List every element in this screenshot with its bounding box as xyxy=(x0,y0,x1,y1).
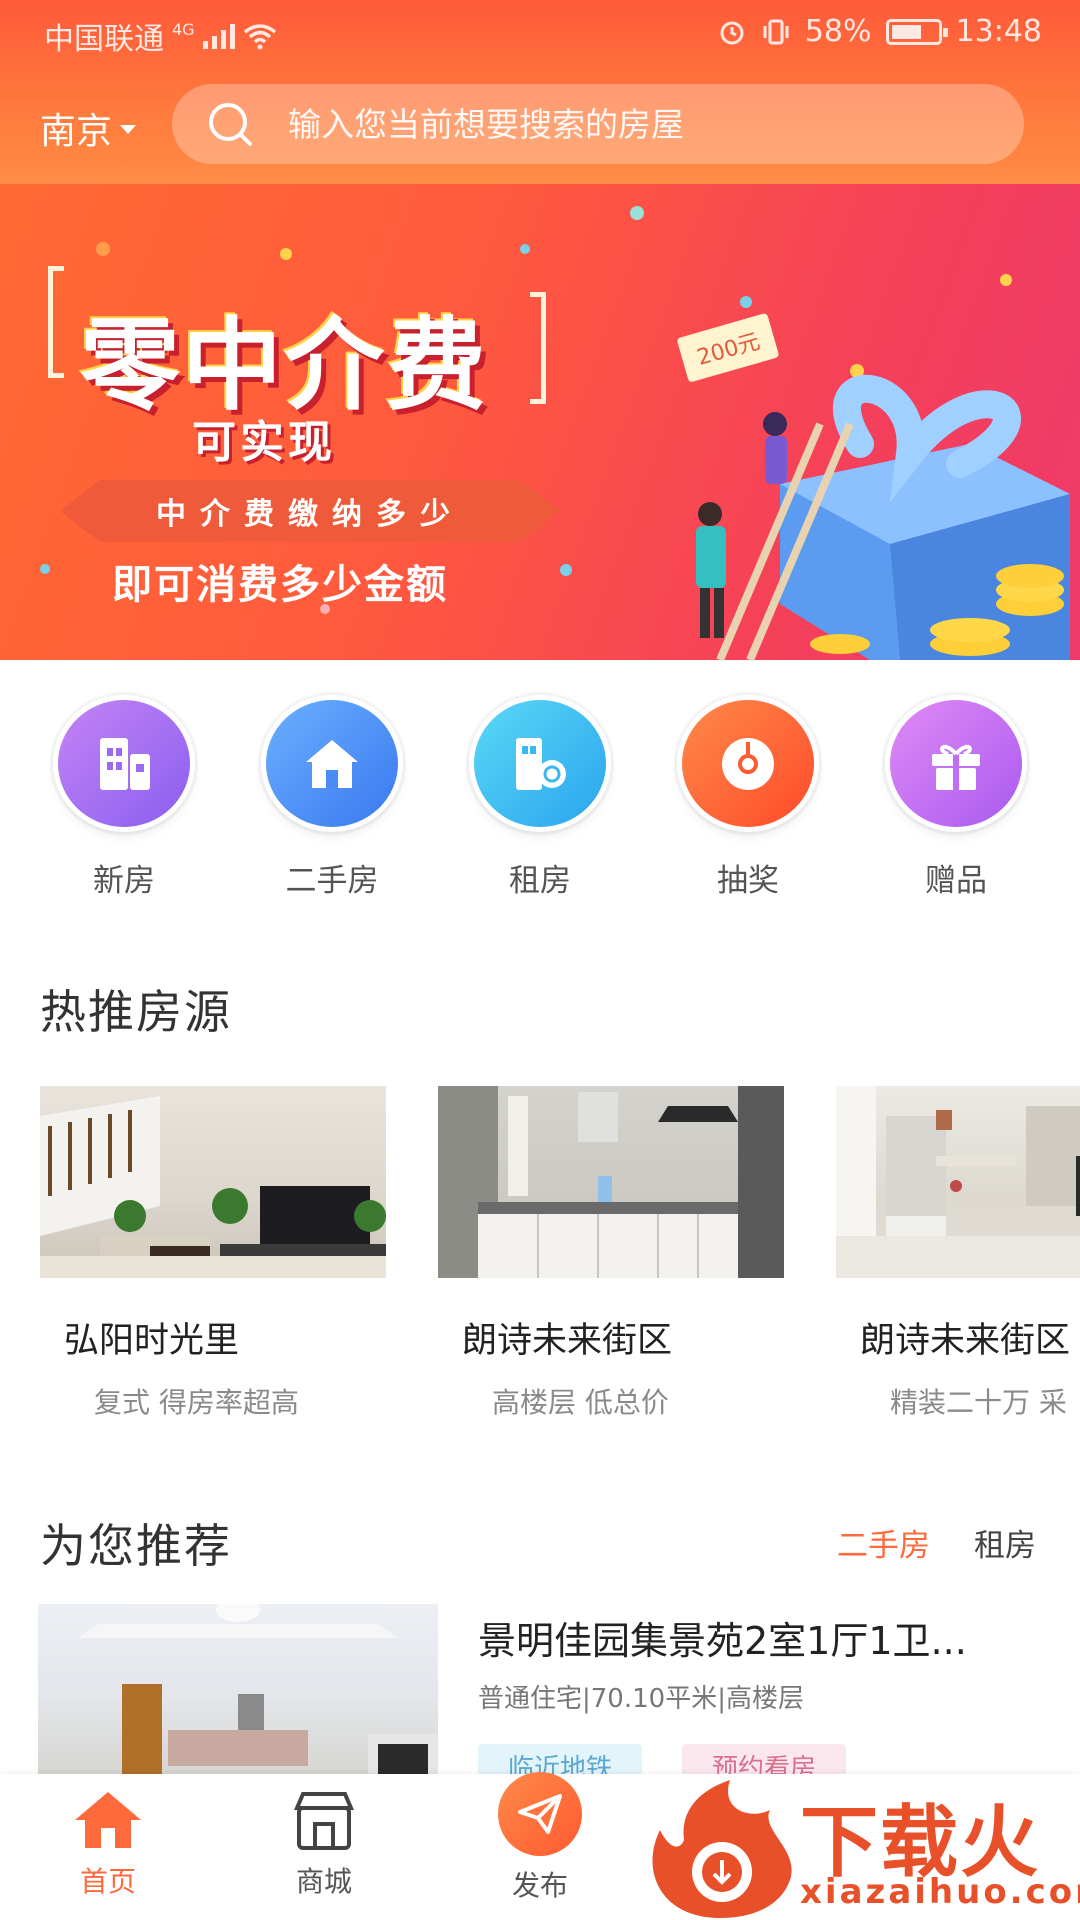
category-gift[interactable]: 赠品 xyxy=(866,700,1046,900)
hot-card[interactable]: 朗诗未来街区 精装二十万 采 xyxy=(836,1086,1080,1426)
search-bar[interactable] xyxy=(172,84,1024,164)
carrier-name: 中国联通 xyxy=(44,22,164,57)
listing-tags: 复式 得房率超高 xyxy=(94,1386,299,1419)
nav-home[interactable]: 首页 xyxy=(38,1788,178,1900)
hot-section-title: 热推房源 xyxy=(40,985,232,1039)
hot-listings: 弘阳时光里 复式 得房率超高 朗诗未来街区 高楼层 低总价 朗诗未来街区 精装二… xyxy=(40,1086,1080,1426)
alarm-icon xyxy=(720,21,744,44)
nav-label: 首页 xyxy=(79,1865,136,1898)
building-icon xyxy=(58,700,190,827)
search-input[interactable] xyxy=(288,104,988,144)
city-name: 南京 xyxy=(40,111,113,152)
network-type: 4G xyxy=(172,19,195,39)
category-label: 新房 xyxy=(93,863,155,899)
category-new-house[interactable]: 新房 xyxy=(34,700,214,900)
shop-icon xyxy=(293,1792,355,1850)
send-icon xyxy=(498,1772,582,1856)
watermark-url: xiazaihuo.com xyxy=(800,1872,1080,1912)
home-icon xyxy=(75,1792,141,1848)
watermark: 下载火 xiazaihuo.com xyxy=(640,1780,1080,1920)
nav-label: 商城 xyxy=(295,1865,352,1898)
category-second-hand[interactable]: 二手房 xyxy=(242,700,422,900)
category-label: 抽奖 xyxy=(717,863,779,899)
nav-publish[interactable]: 发布 xyxy=(470,1772,610,1904)
status-bar: 中国联通 4G 58% 13:48 xyxy=(0,0,1080,66)
tab-rent[interactable]: 租房 xyxy=(974,1520,1036,1565)
search-icon xyxy=(190,84,270,164)
house-icon xyxy=(266,700,398,827)
flame-logo-icon xyxy=(652,1780,792,1918)
listing-photo xyxy=(438,1086,784,1278)
category-label: 租房 xyxy=(509,863,571,899)
signal-icon xyxy=(202,23,235,49)
category-rent[interactable]: 租房 xyxy=(450,700,630,900)
listing-name: 弘阳时光里 xyxy=(64,1321,240,1361)
category-label: 赠品 xyxy=(925,863,987,899)
city-selector[interactable]: 南京 xyxy=(40,102,137,154)
gift-box-illustration: 200元 xyxy=(677,313,1070,660)
recommend-tabs: 二手房 租房 xyxy=(837,1520,1036,1565)
battery-percent: 58% xyxy=(804,14,872,49)
recommend-item-title: 景明佳园集景苑2室1厅1卫... xyxy=(478,1619,967,1663)
clock: 13:48 xyxy=(955,14,1042,49)
wheel-icon xyxy=(682,700,814,827)
listing-tags: 精装二十万 采 xyxy=(890,1386,1067,1419)
listing-tags: 高楼层 低总价 xyxy=(492,1386,669,1419)
nav-label: 发布 xyxy=(511,1869,568,1902)
banner-bracket-right xyxy=(530,292,546,404)
tab-second-hand[interactable]: 二手房 xyxy=(837,1520,930,1565)
wifi-icon xyxy=(243,24,276,50)
category-menu: 新房 二手房 租房 抽奖 赠品 xyxy=(0,700,1080,900)
banner-tagline: 即可消费多少金额 xyxy=(112,562,448,608)
app-header: 中国联通 4G 58% 13:48 南京 xyxy=(0,0,1080,184)
battery-icon xyxy=(885,18,948,45)
category-label: 二手房 xyxy=(285,863,379,899)
hot-card[interactable]: 弘阳时光里 复式 得房率超高 xyxy=(40,1086,386,1426)
listing-name: 朗诗未来街区 xyxy=(860,1321,1071,1361)
recommend-section-title: 为您推荐 xyxy=(40,1519,232,1573)
key-building-icon xyxy=(474,700,606,827)
promo-banner[interactable]: 零中介费 可实现 中介费缴纳多少 即可消费多少金额 200元 xyxy=(0,184,1080,660)
listing-photo xyxy=(836,1086,1080,1278)
listing-photo xyxy=(40,1086,386,1278)
banner-subtitle: 可实现 xyxy=(192,417,336,468)
vibrate-icon xyxy=(763,19,789,44)
banner-ribbon: 中介费缴纳多少 xyxy=(60,480,560,542)
category-lottery[interactable]: 抽奖 xyxy=(658,700,838,900)
hot-card[interactable]: 朗诗未来街区 高楼层 低总价 xyxy=(438,1086,784,1426)
recommend-item[interactable]: 景明佳园集景苑2室1厅1卫... 普通住宅|70.10平米|高楼层 临近地铁 预… xyxy=(38,1604,1042,1788)
nav-shop[interactable]: 商城 xyxy=(254,1788,394,1900)
recommend-item-meta: 普通住宅|70.10平米|高楼层 xyxy=(478,1684,804,1714)
gift-icon xyxy=(890,700,1022,827)
caret-down-icon xyxy=(120,124,137,134)
banner-bracket-left xyxy=(48,266,64,378)
listing-name: 朗诗未来街区 xyxy=(462,1321,673,1361)
listing-photo xyxy=(38,1604,438,1774)
